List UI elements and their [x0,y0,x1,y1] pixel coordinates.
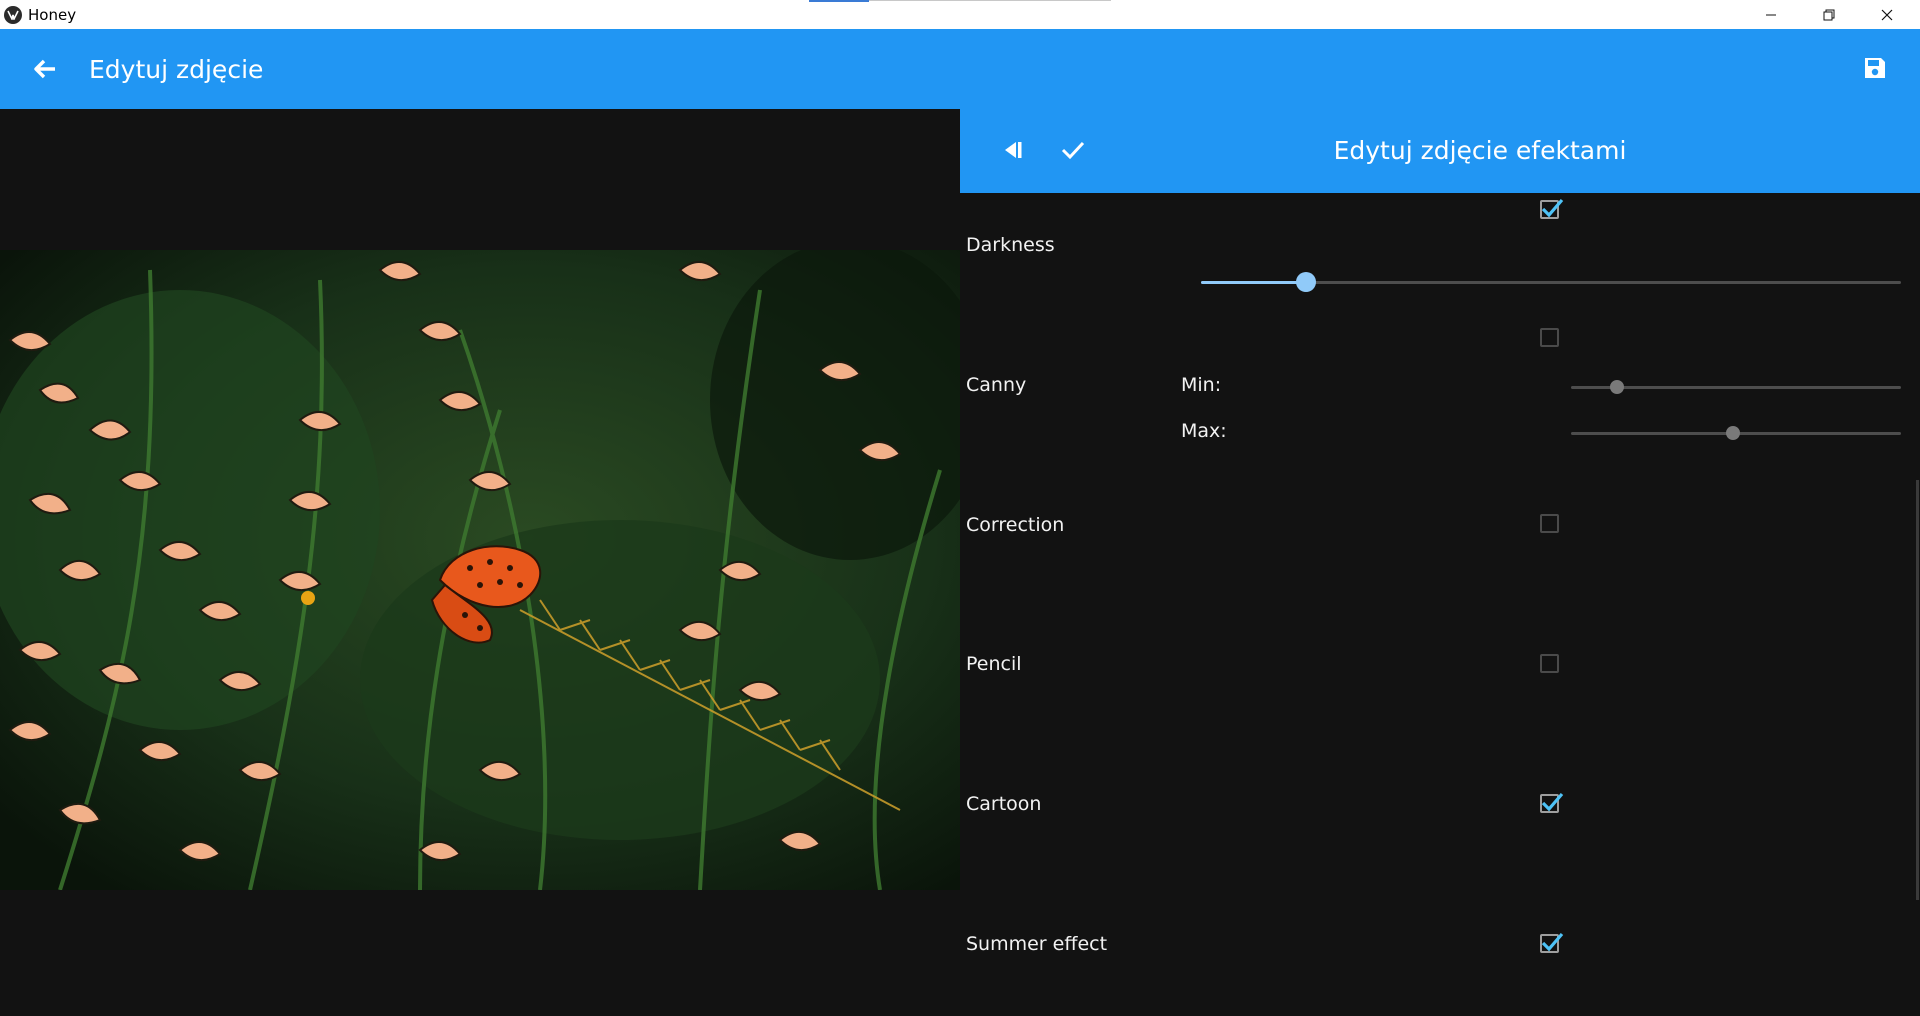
pencil-checkbox[interactable] [1540,654,1559,673]
cartoon-checkbox[interactable] [1540,792,1564,813]
minimize-button[interactable] [1742,0,1800,29]
effect-label-correction: Correction [966,514,1065,536]
effects-panel: Edytuj zdjęcie efektami Darkness Canny M… [960,109,1920,1016]
floppy-disk-icon [1865,58,1885,78]
taskbar-indicator-track [869,0,1111,1]
correction-checkbox[interactable] [1540,514,1559,533]
canny-max-slider[interactable] [1571,423,1901,443]
taskbar-indicator [809,0,869,2]
restore-icon [1823,9,1835,20]
canny-min-slider[interactable] [1571,377,1901,397]
canny-min-label: Min: [1181,374,1222,396]
page-title: Edytuj zdjęcie [89,55,264,84]
effects-panel-header: Edytuj zdjęcie efektami [960,109,1920,193]
effect-label-cartoon: Cartoon [966,793,1042,815]
slider-thumb[interactable] [1725,426,1740,440]
canny-max-label: Max: [1181,420,1227,442]
edited-photo [0,250,960,890]
window-title-bar: Honey [0,0,1920,29]
slider-thumb[interactable] [1610,380,1625,394]
effect-label-pencil: Pencil [966,653,1022,675]
darkness-slider[interactable] [1201,272,1901,292]
effects-panel-title: Edytuj zdjęcie efektami [1333,136,1627,165]
back-button[interactable] [30,54,60,84]
app-logo-icon [4,6,22,24]
darkness-checkbox[interactable] [1540,198,1564,219]
app-bar: Edytuj zdjęcie [0,29,1920,109]
slider-thumb[interactable] [1296,272,1316,292]
image-preview-area [0,109,960,1016]
close-button[interactable] [1858,0,1916,29]
check-icon [1541,792,1564,812]
close-icon [1881,9,1893,20]
slider-fill [1201,281,1306,284]
canny-checkbox[interactable] [1540,328,1559,347]
effect-label-canny: Canny [966,374,1027,396]
minimize-icon [1766,14,1776,15]
save-button[interactable] [1860,53,1890,83]
arrow-left-icon [34,59,55,79]
check-icon [1541,932,1564,952]
check-icon [1541,198,1564,218]
effect-label-darkness: Darkness [966,234,1055,256]
summer-effect-checkbox[interactable] [1540,932,1564,953]
restore-button[interactable] [1800,0,1858,29]
effect-label-summer-effect: Summer effect [966,933,1108,955]
window-title: Honey [28,6,77,24]
effects-scrollbar[interactable] [1916,480,1919,900]
